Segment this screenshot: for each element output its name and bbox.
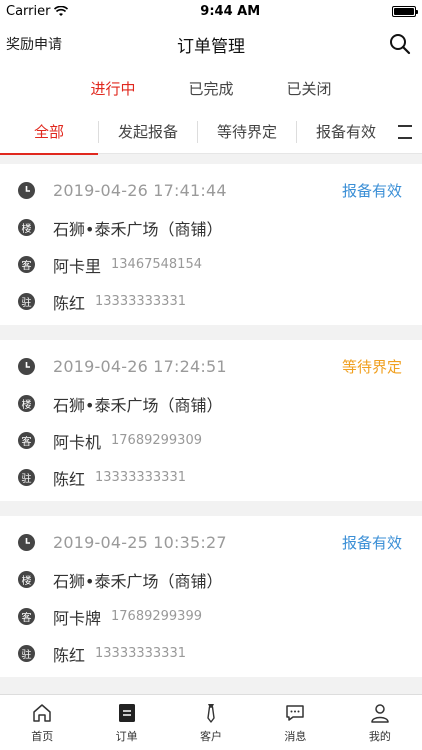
order-time: 2019-04-26 17:24:51: [53, 357, 227, 376]
property-name: 石狮•泰禾广场（商铺）: [53, 219, 223, 239]
battery-icon: [391, 5, 418, 17]
wifi-icon: [54, 5, 69, 16]
order-time: 2019-04-26 17:41:44: [53, 181, 227, 200]
agent-name: 陈红: [53, 469, 86, 489]
search-icon[interactable]: [388, 32, 412, 56]
property-name: 石狮•泰禾广场（商铺）: [53, 571, 223, 591]
message-icon: [286, 704, 305, 721]
customer-phone: 17689299399: [111, 609, 202, 624]
agent-phone: 13333333331: [95, 294, 186, 309]
order-card[interactable]: 2019-04-25 10:35:27 报备有效 楼 石狮•泰禾广场（商铺） 客…: [0, 516, 422, 677]
agent-phone: 13333333331: [95, 470, 186, 485]
clock-icon: [18, 358, 35, 375]
status-time: 9:44 AM: [200, 3, 261, 19]
order-card[interactable]: 2019-04-26 17:24:51 等待界定 楼 石狮•泰禾广场（商铺） 客…: [0, 340, 422, 501]
status-bar: Carrier 9:44 AM: [0, 0, 422, 22]
filter-tab-initiated[interactable]: 发起报备: [99, 110, 197, 154]
filter-tabs: 全部 发起报备 等待界定 报备有效: [0, 110, 422, 155]
customer-icon: [207, 703, 215, 723]
order-time-row: 2019-04-26 17:24:51 等待界定: [18, 348, 404, 385]
customer-row: 客 阿卡里 13467548154: [18, 246, 404, 283]
tab-closed[interactable]: 已关闭: [260, 78, 358, 99]
tab-label: 订单: [115, 729, 138, 743]
property-name: 石狮•泰禾广场（商铺）: [53, 395, 223, 415]
customer-badge: 客: [18, 608, 35, 625]
agent-name: 陈红: [53, 293, 86, 313]
building-badge: 楼: [18, 571, 35, 588]
customer-phone: 13467548154: [111, 257, 202, 272]
filter-tab-valid[interactable]: 报备有效: [297, 110, 395, 154]
clock-icon: [18, 534, 35, 551]
building-badge: 楼: [18, 395, 35, 412]
page-title: 订单管理: [177, 36, 245, 57]
order-time-row: 2019-04-25 10:35:27 报备有效: [18, 524, 404, 561]
tab-messages[interactable]: 消息: [253, 695, 337, 750]
tab-label: 首页: [31, 729, 54, 743]
tab-label: 客户: [200, 729, 223, 743]
customer-badge: 客: [18, 432, 35, 449]
filter-tab-all[interactable]: 全部: [0, 110, 98, 155]
agent-name: 陈红: [53, 645, 86, 665]
agent-phone: 13333333331: [95, 646, 186, 661]
tab-orders[interactable]: 订单: [84, 695, 168, 750]
tab-in-progress[interactable]: 进行中: [64, 78, 162, 99]
agent-badge: 驻: [18, 645, 35, 662]
bottom-tab-bar: 首页 订单 客户 消息 我的: [0, 694, 422, 750]
tab-home[interactable]: 首页: [0, 695, 84, 750]
customer-badge: 客: [18, 256, 35, 273]
tab-customers[interactable]: 客户: [169, 695, 253, 750]
agent-row: 驻 陈红 13333333331: [18, 459, 404, 496]
customer-row: 客 阿卡牌 17689299399: [18, 598, 404, 635]
agent-badge: 驻: [18, 469, 35, 486]
property-row: 楼 石狮•泰禾广场（商铺）: [18, 561, 404, 598]
agent-row: 驻 陈红 13333333331: [18, 635, 404, 672]
order-time-row: 2019-04-26 17:41:44 报备有效: [18, 172, 404, 209]
property-row: 楼 石狮•泰禾广场（商铺）: [18, 209, 404, 246]
agent-badge: 驻: [18, 293, 35, 310]
profile-icon: [371, 703, 389, 723]
customer-phone: 17689299309: [111, 433, 202, 448]
clock-icon: [18, 182, 35, 199]
customer-name: 阿卡牌: [53, 608, 102, 628]
order-status-tabs: 进行中 已完成 已关闭: [0, 66, 422, 110]
nav-bar: 奖励申请 订单管理: [0, 22, 422, 66]
filter-tab-pending[interactable]: 等待界定: [198, 110, 296, 154]
order-time: 2019-04-25 10:35:27: [53, 533, 227, 552]
tab-profile[interactable]: 我的: [338, 695, 422, 750]
reward-application-button[interactable]: 奖励申请: [6, 22, 62, 66]
tab-label: 消息: [284, 729, 307, 743]
customer-row: 客 阿卡机 17689299309: [18, 422, 404, 459]
order-status: 等待界定: [341, 358, 402, 376]
menu-icon[interactable]: [398, 125, 412, 139]
property-row: 楼 石狮•泰禾广场（商铺）: [18, 385, 404, 422]
agent-row: 驻 陈红 13333333331: [18, 283, 404, 320]
tab-completed[interactable]: 已完成: [162, 78, 260, 99]
order-icon: [118, 703, 135, 722]
tab-label: 我的: [368, 729, 391, 743]
order-list: 2019-04-26 17:41:44 报备有效 楼 石狮•泰禾广场（商铺） 客…: [0, 154, 422, 677]
home-icon: [33, 703, 51, 722]
carrier-label: Carrier: [6, 3, 51, 19]
order-status: 报备有效: [341, 182, 402, 200]
building-badge: 楼: [18, 219, 35, 236]
order-card[interactable]: 2019-04-26 17:41:44 报备有效 楼 石狮•泰禾广场（商铺） 客…: [0, 164, 422, 325]
customer-name: 阿卡里: [53, 256, 102, 276]
customer-name: 阿卡机: [53, 432, 102, 452]
order-status: 报备有效: [341, 534, 402, 552]
